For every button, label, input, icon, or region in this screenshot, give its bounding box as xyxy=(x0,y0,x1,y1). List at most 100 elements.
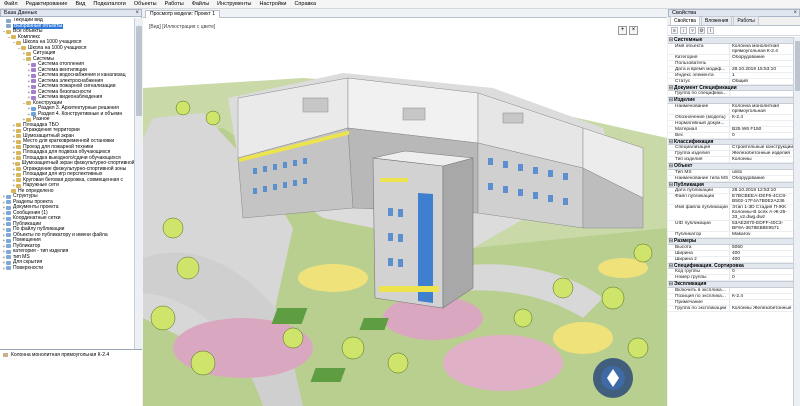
folder-icon xyxy=(6,200,11,205)
property-name: Тип MS xyxy=(668,169,730,175)
close-view-button[interactable]: × xyxy=(629,26,638,35)
property-row[interactable]: Имя объекта Колонна монолитная прямоуголь… xyxy=(668,43,793,55)
property-name: Категория xyxy=(668,54,730,60)
property-name: Ширина xyxy=(668,250,730,256)
folder-icon xyxy=(6,227,11,232)
filter-icon[interactable]: ▿ xyxy=(689,27,696,34)
property-value[interactable]: Колонны xyxy=(730,157,793,162)
navigation-wheel[interactable] xyxy=(593,358,633,398)
folder-icon xyxy=(31,62,36,67)
tab-model-view[interactable]: Просмотр модели: Проект 1 xyxy=(145,10,220,18)
properties-tabs: Свойства Вложения Работы xyxy=(668,16,800,26)
property-name: Группа изделия xyxy=(668,151,730,156)
property-value[interactable] xyxy=(730,300,793,305)
folder-icon xyxy=(6,18,11,23)
folder-icon xyxy=(6,29,11,34)
menu-item[interactable]: Вид xyxy=(75,1,85,7)
database-panel: База Данных × Текущий вид Выбранные объек… xyxy=(0,9,142,406)
property-value[interactable] xyxy=(730,61,793,66)
property-row[interactable]: Группа по экспликации Колонны Железобетон… xyxy=(668,305,793,312)
tab-properties[interactable]: Свойства xyxy=(670,16,700,25)
property-value[interactable]: Оборудование xyxy=(730,55,793,60)
menu-item[interactable]: Файлы xyxy=(192,1,209,7)
property-value[interactable]: Этап 1-3D Стадия П-ЖК Колонны-В осях А-Ж… xyxy=(730,205,793,220)
property-row[interactable]: Файл публикации E7BCBEEA-DEF6-4CC8-B502-1… xyxy=(668,194,793,205)
menu-item[interactable]: Объекты xyxy=(134,1,157,7)
folder-icon xyxy=(6,260,11,265)
menu-item[interactable]: Редактирование xyxy=(26,1,68,7)
folder-icon xyxy=(31,90,36,95)
menu-item[interactable]: Работы xyxy=(165,1,184,7)
property-value[interactable]: 0 xyxy=(730,275,793,280)
scrollbar-thumb[interactable] xyxy=(136,26,142,116)
scrollbar-thumb[interactable] xyxy=(795,41,800,91)
property-value[interactable]: Железобетонные изделия xyxy=(730,151,793,156)
folder-icon xyxy=(21,46,26,51)
property-value[interactable] xyxy=(730,91,793,96)
section-title: Размеры xyxy=(674,238,697,245)
property-value[interactable] xyxy=(730,288,793,293)
categorized-icon[interactable]: ≡ xyxy=(671,27,678,34)
info-icon[interactable]: i xyxy=(707,27,714,34)
property-row[interactable]: UID публикации 53AE2870-EDFF-40C3-BF9A-36… xyxy=(668,221,793,232)
property-value[interactable]: Колонна монолитная прямоугольная К-2.4 xyxy=(730,44,793,54)
folder-icon xyxy=(14,161,20,166)
section-title: Документ Спецификации xyxy=(674,84,737,91)
property-value[interactable]: К-2.4 xyxy=(730,115,793,120)
settings-icon[interactable]: ⚙ xyxy=(698,27,705,34)
folder-icon xyxy=(31,84,36,89)
property-grid: ⊟ Системные Имя объекта Колонна монолитная … xyxy=(668,37,793,406)
property-value[interactable]: E7BCBEEA-DEF6-4CC8-B502-17F4A7B0E2A236 xyxy=(730,194,793,204)
property-value[interactable]: К-2.4 xyxy=(730,294,793,299)
property-value[interactable]: 28.10.2019 15:53:10 xyxy=(730,67,793,72)
close-icon[interactable]: × xyxy=(793,10,797,16)
property-name: Материал xyxy=(668,126,730,132)
property-value[interactable] xyxy=(730,121,793,126)
folder-icon xyxy=(31,68,36,73)
property-name: Наименование xyxy=(668,103,730,114)
property-value[interactable]: 1 xyxy=(730,73,793,78)
property-value[interactable]: Общий xyxy=(730,79,793,84)
tree-item[interactable]: + Поверхности xyxy=(0,265,134,272)
property-value[interactable]: Оборудование xyxy=(730,176,793,181)
property-value[interactable]: 53AE2870-EDFF-40C3-BF9A-3678EB8E9571 xyxy=(730,221,793,231)
property-row[interactable]: Наименование Колонна монолитная прямоугол… xyxy=(668,103,793,115)
property-value[interactable]: Makarov xyxy=(730,232,793,237)
property-value[interactable]: 5050 xyxy=(730,245,793,250)
model-viewport[interactable]: Просмотр модели: Проект 1 [Вид] [Иллюстр… xyxy=(143,9,769,406)
tab-label: Просмотр модели: Проект 1 xyxy=(150,11,215,17)
property-row[interactable]: Имя файла публикации Этап 1-3D Стадия П-Ж… xyxy=(668,205,793,221)
close-icon[interactable]: × xyxy=(135,10,139,16)
property-name: Публикатор xyxy=(668,232,730,237)
property-value[interactable]: Строительные конструкции xyxy=(730,145,793,150)
tab-works[interactable]: Работы xyxy=(733,16,759,25)
property-value[interactable]: 0 xyxy=(730,269,793,274)
property-value[interactable]: unitx xyxy=(730,170,793,175)
menu-item[interactable]: Подкаталоги xyxy=(93,1,126,7)
tree-scrollbar[interactable] xyxy=(134,18,142,349)
property-value[interactable]: Колонны Железобетонные xyxy=(730,306,793,311)
property-name: Индекс элемента xyxy=(668,72,730,78)
property-value[interactable]: B25 W6 F150 xyxy=(730,127,793,132)
property-name: Обозначение (модель) xyxy=(668,114,730,120)
property-value[interactable]: 400 xyxy=(730,257,793,262)
zoom-button[interactable]: + xyxy=(618,26,627,35)
selected-objects-list: Колонна монолитная прямоугольная К-2.4 xyxy=(0,349,142,406)
folder-icon xyxy=(16,128,21,133)
section-title: Публикация xyxy=(674,181,704,188)
property-value[interactable]: 400 xyxy=(730,251,793,256)
properties-scrollbar[interactable] xyxy=(793,37,800,406)
menu-item[interactable]: Справка xyxy=(294,1,316,7)
property-value[interactable]: 0 xyxy=(730,133,793,138)
property-value[interactable]: Колонна монолитная прямоугольная xyxy=(730,104,793,114)
menu-item[interactable]: Инструменты xyxy=(217,1,251,7)
sort-icon[interactable]: ↕ xyxy=(680,27,687,34)
menu-item[interactable]: Настройки xyxy=(259,1,286,7)
menu-item[interactable]: Файл xyxy=(4,1,18,7)
list-item[interactable]: Колонна монолитная прямоугольная К-2.4 xyxy=(0,352,142,358)
property-name: Высота xyxy=(668,244,730,250)
tab-attachments[interactable]: Вложения xyxy=(700,16,733,25)
property-value[interactable]: 28.10.2019 12:53:10 xyxy=(730,188,793,193)
folder-icon xyxy=(16,167,21,172)
building-3d-scene[interactable] xyxy=(143,18,667,406)
